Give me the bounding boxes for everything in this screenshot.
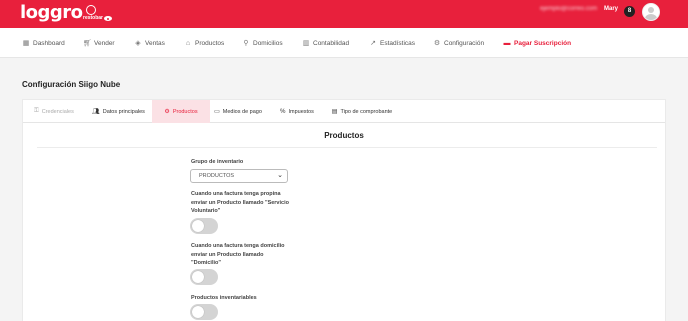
key-icon: ⚿: [34, 108, 39, 114]
gear-icon: ⚙: [433, 40, 441, 47]
settings-card: ⚿ Credenciales 👥︎ Datos principales ⚙ Pr…: [22, 99, 666, 321]
nav-item-label: Contabilidad: [313, 39, 350, 47]
main-nav: ▦ Dashboard 🛒︎ Vender ◈ Ventas ⌂ Product…: [0, 28, 688, 58]
inventory-group-label: Grupo de inventario: [191, 159, 244, 165]
document-icon: ▤: [331, 109, 338, 115]
tab-label: Datos principales: [102, 108, 145, 115]
logo-mark: [86, 5, 96, 15]
nav-item-label: Productos: [195, 39, 225, 47]
tab-label: Credenciales: [41, 108, 74, 115]
toggle-knob: [192, 271, 204, 283]
users-icon: 👥︎: [92, 109, 100, 115]
tab-label: Productos: [172, 108, 198, 115]
nav-item-estadisticas[interactable]: ↗ Estadísticas: [369, 38, 415, 48]
credit-card-icon: ▬: [503, 39, 511, 47]
user-email: ejemplo@correo.com: [540, 6, 598, 12]
tab-label: Tipo de comprobante: [340, 108, 393, 115]
inventory-group-value: PRODUCTOS: [199, 173, 235, 179]
tab-tipo-de-comprobante[interactable]: ▤ Tipo de comprobante: [328, 100, 396, 123]
percent-icon: %: [280, 108, 286, 115]
nav-item-label: Estadísticas: [380, 39, 416, 47]
trend-icon: ↗: [370, 40, 376, 47]
tab-credenciales[interactable]: ⚿ Credenciales: [23, 100, 85, 123]
notification-badge[interactable]: 8: [624, 6, 635, 17]
nav-item-label: Dashboard: [33, 39, 65, 47]
toggle-knob: [192, 306, 204, 318]
inventory-group-select[interactable]: PRODUCTOS ⌄: [190, 169, 288, 183]
toggle-knob: [192, 220, 204, 232]
basket-icon: ⌂: [185, 39, 191, 47]
logo-subtext: restobar: [83, 15, 104, 21]
nav-item-vender[interactable]: 🛒︎ Vender: [83, 38, 115, 48]
nav-item-label: Configuración: [444, 39, 485, 47]
page-title: Configuración Siigo Nube: [22, 80, 121, 89]
tip-product-toggle[interactable]: [190, 218, 218, 234]
bank-icon: ▥: [302, 40, 310, 47]
tag-icon: ◈: [135, 40, 141, 47]
card-icon: ▭: [214, 109, 220, 115]
nav-item-configuracion[interactable]: ⚙ Configuración: [433, 38, 484, 48]
top-bar: loggro restobar ejemplo@correo.com Mary …: [0, 0, 688, 28]
delivery-product-toggle[interactable]: [190, 269, 218, 285]
nav-item-label: Ventas: [145, 39, 165, 47]
tab-productos[interactable]: ⚙ Productos: [152, 100, 210, 123]
tab-bar: ⚿ Credenciales 👥︎ Datos principales ⚙ Pr…: [23, 100, 665, 123]
nav-item-dashboard[interactable]: ▦ Dashboard: [22, 38, 65, 48]
delivery-product-label: Cuando una factura tenga domicilio envia…: [191, 243, 285, 266]
inventory-products-label: Productos inventariables: [191, 295, 257, 301]
tab-label: Impuestos: [288, 108, 314, 115]
nav-item-contabilidad[interactable]: ▥ Contabilidad: [302, 38, 349, 48]
tab-datos-principales[interactable]: 👥︎ Datos principales: [85, 100, 152, 123]
avatar[interactable]: [642, 3, 660, 21]
divider: [37, 147, 657, 148]
eye-icon[interactable]: [104, 16, 112, 21]
tab-label: Medios de pago: [222, 108, 262, 115]
nav-item-label: Vender: [94, 39, 115, 47]
nav-item-ventas[interactable]: ◈ Ventas: [134, 38, 165, 48]
nav-item-productos[interactable]: ⌂ Productos: [184, 38, 224, 48]
section-title: Productos: [324, 131, 364, 140]
user-name[interactable]: Mary: [604, 6, 618, 12]
tab-medios-de-pago[interactable]: ▭ Medios de pago: [210, 100, 266, 123]
gear-icon: ⚙: [164, 109, 170, 115]
dashboard-icon: ▦: [22, 40, 30, 47]
inventory-products-toggle[interactable]: [190, 304, 218, 320]
nav-item-label: Domicilios: [253, 39, 283, 47]
nav-item-domicilios[interactable]: ⚲ Domicilios: [242, 38, 283, 48]
nav-item-label: Pagar Suscripción: [514, 39, 572, 47]
bike-icon: ⚲: [243, 40, 249, 47]
cart-icon: 🛒︎: [83, 40, 92, 47]
chevron-down-icon: ⌄: [277, 172, 283, 179]
nav-item-pagar-suscripcion[interactable]: ▬ Pagar Suscripción: [503, 38, 572, 48]
tip-product-label: Cuando una factura tenga propina enviar …: [191, 191, 289, 214]
tab-impuestos[interactable]: % Impuestos: [266, 100, 328, 123]
logo[interactable]: loggro: [20, 2, 83, 23]
